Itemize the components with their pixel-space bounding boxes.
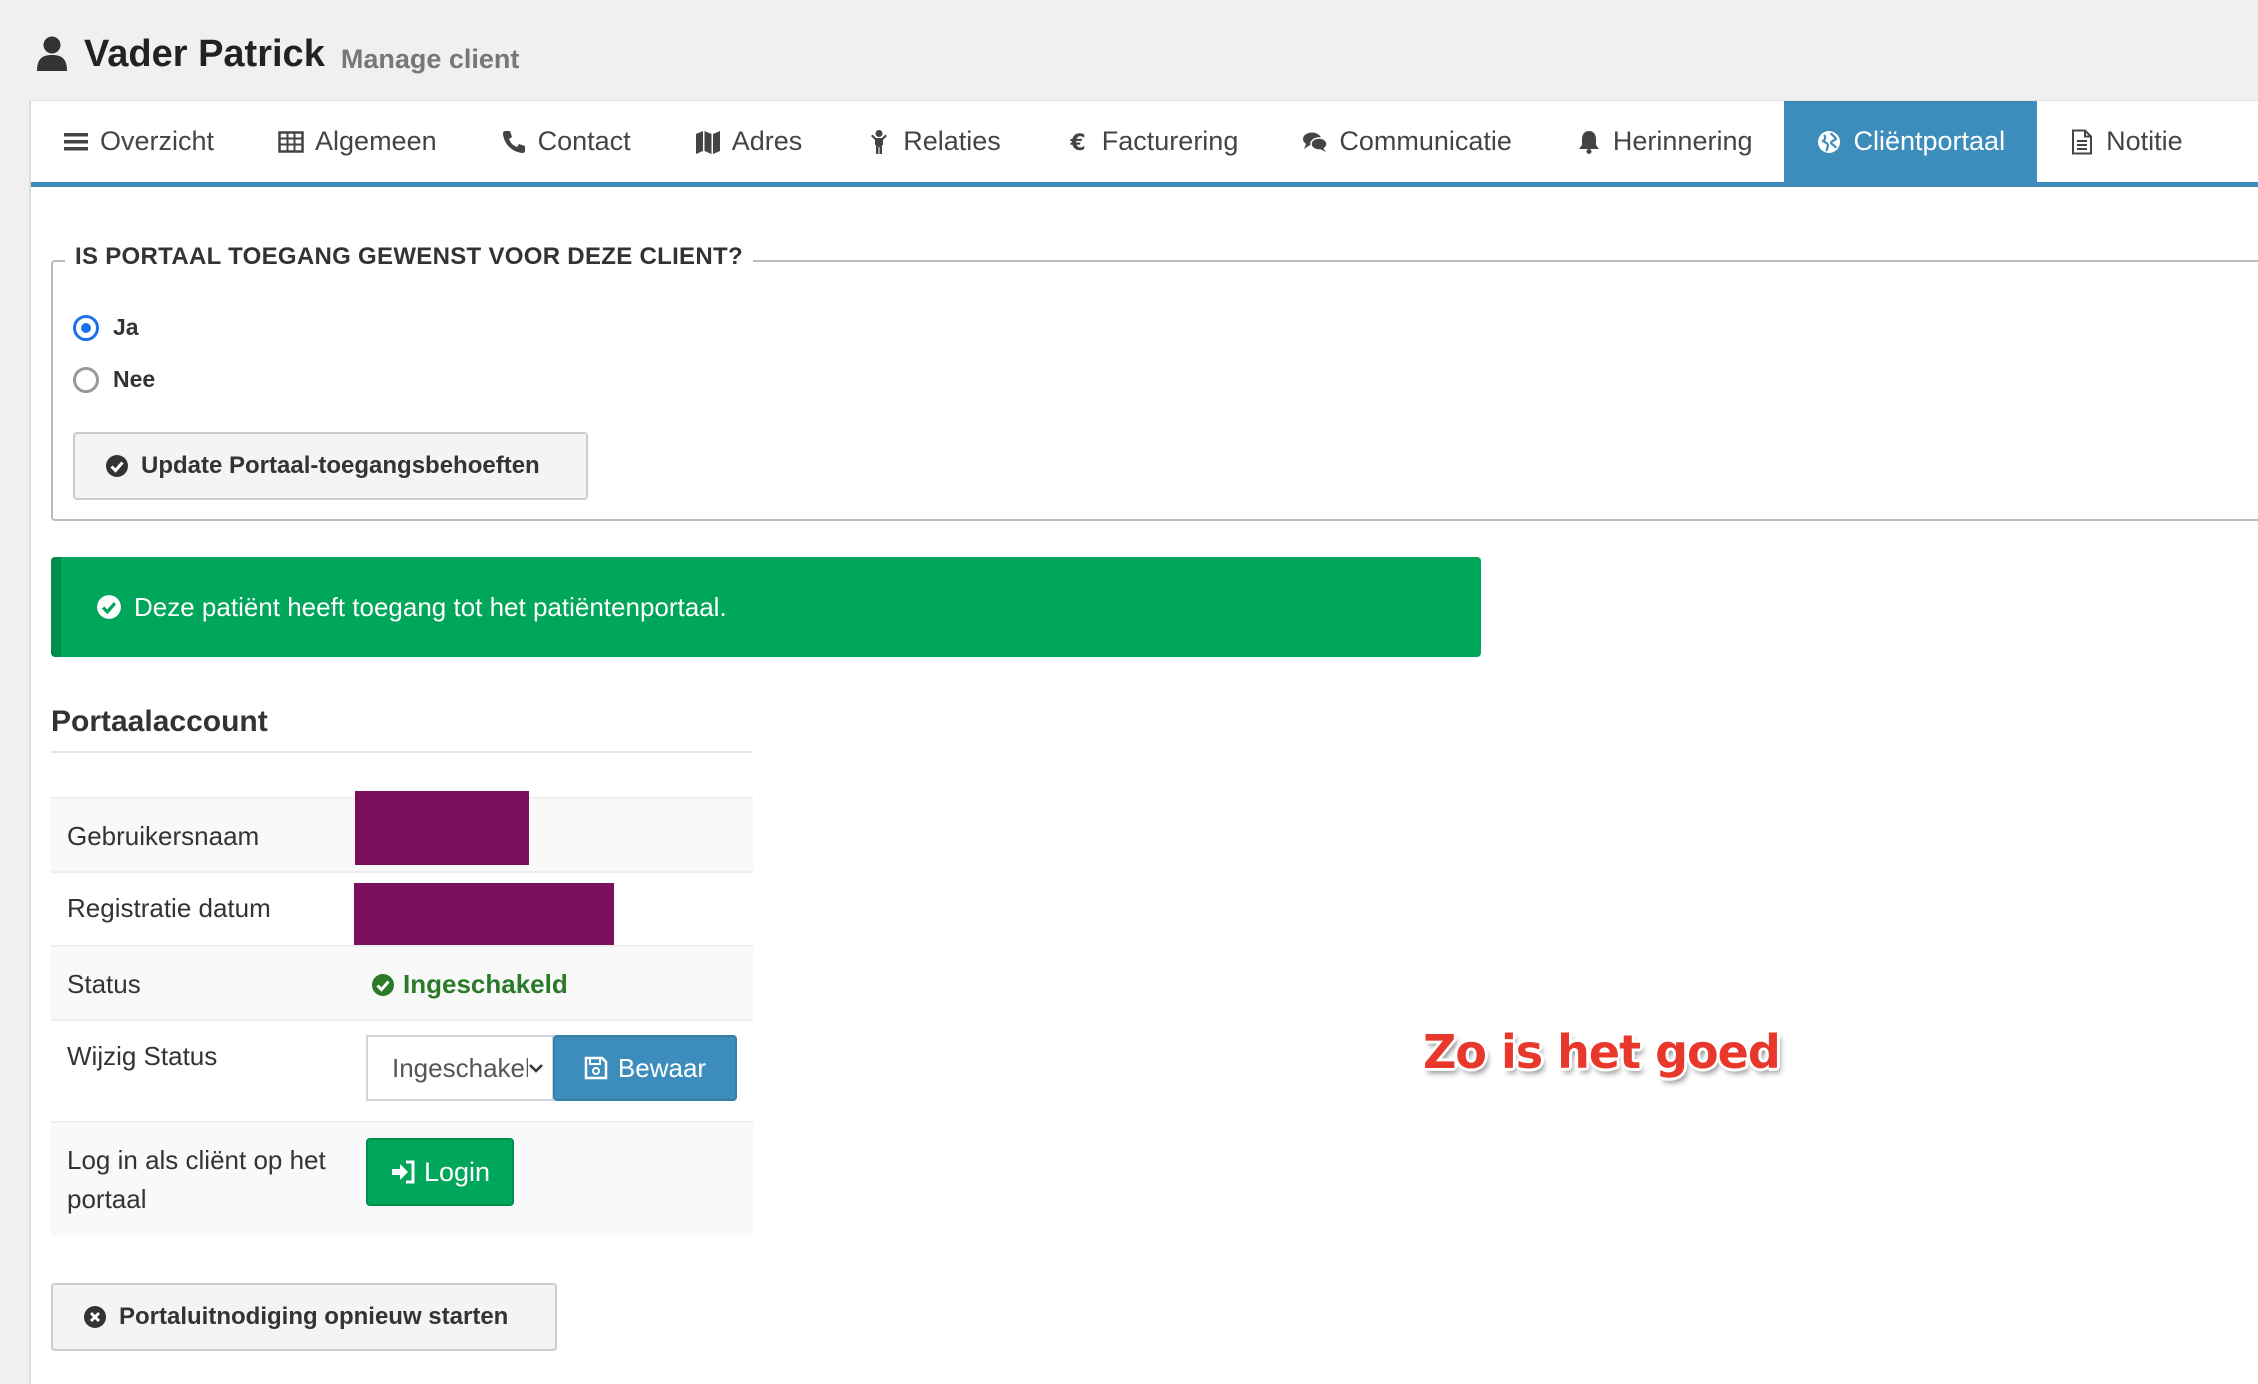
table-row-registration: Registratie datum xyxy=(51,871,753,953)
check-circle-icon xyxy=(372,973,394,996)
tab-algemeen[interactable]: Algemeen xyxy=(246,101,469,182)
restart-invitation-button[interactable]: Portaluitnodiging opnieuw starten xyxy=(51,1283,557,1351)
save-status-button[interactable]: Bewaar xyxy=(553,1035,737,1101)
tab-label: Notitie xyxy=(2106,126,2183,156)
page-subtitle: Manage client xyxy=(340,43,520,74)
portal-access-legend: IS PORTAAL TOEGANG GEWENST VOOR DEZE CLI… xyxy=(65,243,753,271)
status-label: Status xyxy=(67,969,141,999)
tab-label: Cliëntportaal xyxy=(1853,126,2006,156)
tab-bar: Overzicht Algemeen Contact Adres Relatie… xyxy=(31,101,2258,187)
user-icon xyxy=(37,36,67,71)
globe-icon xyxy=(1818,130,1841,153)
tab-facturering[interactable]: € Facturering xyxy=(1033,101,1271,182)
update-portal-access-button[interactable]: Update Portaal-toegangsbehoeften xyxy=(73,432,588,500)
radio-label-ja: Ja xyxy=(113,314,139,340)
tab-label: Contact xyxy=(537,126,631,156)
tab-adres[interactable]: Adres xyxy=(663,101,835,182)
check-circle-icon xyxy=(106,455,128,477)
phone-icon xyxy=(502,130,525,153)
radio-label-nee: Nee xyxy=(113,366,156,392)
portal-account-table: Gebruikersnaam Registratie datum Status … xyxy=(51,791,753,1235)
change-status-label: Wijzig Status xyxy=(67,1041,218,1071)
floppy-disk-icon xyxy=(584,1056,608,1080)
euro-icon: € xyxy=(1069,131,1085,155)
map-icon xyxy=(695,130,720,154)
status-select[interactable]: Ingeschakeld xyxy=(366,1035,554,1101)
times-circle-icon xyxy=(84,1306,106,1328)
status-select-value: Ingeschakeld xyxy=(392,1052,528,1083)
client-panel: Overzicht Algemeen Contact Adres Relatie… xyxy=(29,100,2258,1384)
tab-label: Communicatie xyxy=(1339,126,1512,156)
registration-label: Registratie datum xyxy=(67,893,271,923)
svg-text:€: € xyxy=(1069,131,1085,155)
tab-label: Adres xyxy=(731,126,803,156)
portal-access-alert: Deze patiënt heeft toegang tot het patië… xyxy=(51,557,1481,657)
sign-in-icon xyxy=(391,1160,415,1184)
tab-relaties[interactable]: Relaties xyxy=(834,101,1033,182)
child-icon xyxy=(871,129,888,154)
tab-notitie[interactable]: Notitie xyxy=(2037,101,2215,182)
status-value: Ingeschakeld xyxy=(371,969,568,1000)
comments-icon xyxy=(1303,132,1329,152)
tab-herinnering[interactable]: Herinnering xyxy=(1544,101,1785,182)
file-text-icon xyxy=(2072,129,2093,154)
tab-label: Relaties xyxy=(903,126,1001,156)
radio-ja[interactable] xyxy=(73,314,99,341)
redacted-username xyxy=(355,791,529,865)
tab-label: Herinnering xyxy=(1612,126,1753,156)
tab-label: Algemeen xyxy=(315,126,437,156)
username-label: Gebruikersnaam xyxy=(67,821,260,851)
login-button[interactable]: Login xyxy=(366,1138,514,1206)
radio-option-nee[interactable]: Nee xyxy=(73,366,155,393)
update-portal-access-label: Update Portaal-toegangsbehoeften xyxy=(141,452,540,479)
save-status-label: Bewaar xyxy=(617,1052,707,1083)
status-value-text: Ingeschakeld xyxy=(403,969,568,999)
redacted-registration-date xyxy=(354,883,614,953)
table-row-change-status: Wijzig Status Ingeschakeld Bewaar xyxy=(51,1019,753,1121)
page-title: Vader Patrick xyxy=(84,32,325,75)
chevron-down-icon xyxy=(529,1064,543,1073)
bars-icon xyxy=(64,132,88,150)
tab-communicatie[interactable]: Communicatie xyxy=(1270,101,1544,182)
table-row-status: Status Ingeschakeld xyxy=(51,945,753,1019)
table-row-login: Log in als cliënt op het portaal Login xyxy=(51,1121,753,1235)
check-circle-icon xyxy=(97,595,121,619)
portal-account-heading: Portaalaccount xyxy=(51,705,753,753)
page-header: Vader Patrick Manage client xyxy=(36,26,519,82)
restart-invitation-label: Portaluitnodiging opnieuw starten xyxy=(119,1303,509,1330)
login-as-client-label: Log in als cliënt op het portaal xyxy=(67,1145,326,1214)
tab-contact[interactable]: Contact xyxy=(469,101,663,182)
radio-nee[interactable] xyxy=(73,366,99,393)
alert-text: Deze patiënt heeft toegang tot het patië… xyxy=(134,591,727,622)
login-button-label: Login xyxy=(423,1156,491,1187)
annotation-text: Zo is het goed xyxy=(1423,1025,1781,1079)
tab-label: Facturering xyxy=(1101,126,1239,156)
table-row-username: Gebruikersnaam xyxy=(51,791,753,871)
tab-clientportaal[interactable]: Cliëntportaal xyxy=(1784,101,2038,182)
portal-access-fieldset: IS PORTAAL TOEGANG GEWENST VOOR DEZE CLI… xyxy=(51,243,2258,521)
radio-option-ja[interactable]: Ja xyxy=(73,314,139,341)
tab-overzicht[interactable]: Overzicht xyxy=(31,101,246,182)
tab-label: Overzicht xyxy=(100,126,215,156)
table-icon xyxy=(278,130,304,153)
bell-icon xyxy=(1578,130,1599,154)
